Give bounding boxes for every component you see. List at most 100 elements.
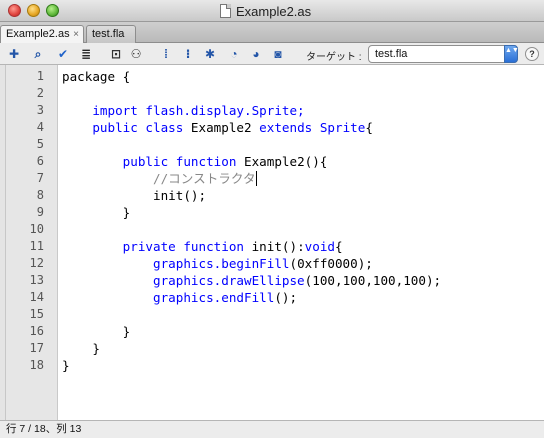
tab-test-fla[interactable]: test.fla xyxy=(86,25,136,43)
line-number: 2 xyxy=(36,86,44,100)
code-line[interactable]: package { xyxy=(62,68,130,85)
zoom-window-button[interactable] xyxy=(46,4,59,17)
tab-example2-as[interactable]: Example2.as × xyxy=(0,25,84,44)
window-title: Example2.as xyxy=(220,3,311,19)
code-line[interactable]: } xyxy=(62,340,100,357)
line-number: 12 xyxy=(29,256,44,270)
line-number: 16 xyxy=(29,324,44,338)
line-number: 3 xyxy=(36,103,44,117)
apply-line-comment-icon[interactable]: ◕ xyxy=(248,46,264,62)
line-number: 7 xyxy=(36,171,44,185)
minimize-window-button[interactable] xyxy=(27,4,40,17)
help-button[interactable]: ? xyxy=(525,47,539,61)
code-line[interactable]: graphics.endFill(); xyxy=(62,289,297,306)
code-text: } xyxy=(62,341,100,356)
text-caret xyxy=(255,171,257,186)
window-title-text: Example2.as xyxy=(236,3,312,19)
collapse-between-braces-icon[interactable]: ⁞ xyxy=(158,46,174,62)
line-number: 5 xyxy=(36,137,44,151)
chevron-updown-icon: ▲▼ xyxy=(504,45,519,63)
code-text: { xyxy=(365,120,373,135)
code-line[interactable]: } xyxy=(62,357,70,374)
title-bar: Example2.as xyxy=(0,0,544,22)
check-syntax-icon[interactable]: ✔ xyxy=(55,46,71,62)
code-keyword: graphics.beginFill xyxy=(153,256,290,271)
code-text: } xyxy=(62,358,70,373)
tab-label: Example2.as xyxy=(6,28,70,40)
target-label: ターゲット : xyxy=(306,52,362,63)
code-text: Example2 xyxy=(183,120,260,135)
collapse-selection-icon[interactable]: ⁝ xyxy=(180,46,196,62)
line-number: 17 xyxy=(29,341,44,355)
code-text: } xyxy=(62,205,131,220)
code-line[interactable]: public function Example2(){ xyxy=(62,153,328,170)
debug-options-icon[interactable]: ⚇ xyxy=(128,46,144,62)
find-icon[interactable]: ⌕ xyxy=(30,46,46,62)
code-line[interactable]: graphics.drawEllipse(100,100,100,100); xyxy=(62,272,441,289)
tab-label: test.fla xyxy=(92,28,125,40)
code-line[interactable]: //コンストラクタ xyxy=(62,170,257,187)
add-statement-icon[interactable]: ✚ xyxy=(6,46,22,62)
apply-block-comment-icon[interactable]: ◔ xyxy=(226,46,242,62)
target-select[interactable]: test.fla ▲▼ xyxy=(368,45,519,63)
code-keyword: graphics.endFill xyxy=(153,290,275,305)
line-number: 18 xyxy=(29,358,44,372)
line-number: 13 xyxy=(29,273,44,287)
cursor-position-text: 行 7 / 18、列 13 xyxy=(6,423,82,435)
code-text: init(); xyxy=(62,188,207,203)
script-toolbar: ✚ ⌕ ✔ ≣ ⊡ ⚇ ⁞ ⁝ ✱ ◔ ◕ ◙ ターゲット : test.fla… xyxy=(0,43,544,65)
line-number: 4 xyxy=(36,120,44,134)
code-keyword: private function xyxy=(122,239,244,254)
document-icon xyxy=(220,4,231,18)
close-window-button[interactable] xyxy=(8,4,21,17)
remove-comment-icon[interactable]: ◙ xyxy=(270,46,286,62)
code-line[interactable]: import flash.display.Sprite; xyxy=(62,102,305,119)
code-text: (100,100,100,100); xyxy=(304,273,442,288)
code-keyword: void xyxy=(304,239,336,254)
tab-bar: Example2.as × test.fla xyxy=(0,22,544,44)
line-number: 14 xyxy=(29,290,44,304)
code-line[interactable]: private function init():void{ xyxy=(62,238,343,255)
code-text: init(): xyxy=(244,239,305,254)
code-line[interactable]: } xyxy=(62,323,131,340)
code-editor[interactable]: package { import flash.display.Sprite; p… xyxy=(58,65,544,420)
expand-all-icon[interactable]: ✱ xyxy=(202,46,218,62)
code-keyword: public function xyxy=(122,154,237,169)
code-line[interactable]: } xyxy=(62,204,131,221)
status-bar: 行 7 / 18、列 13 xyxy=(0,420,544,438)
line-number: 6 xyxy=(36,154,44,168)
target-select-value: test.fla xyxy=(375,48,408,60)
code-keyword: graphics.drawEllipse xyxy=(153,273,305,288)
code-line[interactable]: init(); xyxy=(62,187,206,204)
line-number: 10 xyxy=(29,222,44,236)
code-line[interactable]: public class Example2 extends Sprite{ xyxy=(62,119,373,136)
code-text: package { xyxy=(62,69,131,84)
auto-format-icon[interactable]: ≣ xyxy=(78,46,94,62)
line-number: 15 xyxy=(29,307,44,321)
code-keyword: public class xyxy=(92,120,184,135)
code-keyword: extends xyxy=(259,120,313,135)
code-text: { xyxy=(335,239,343,254)
code-hint-icon[interactable]: ⊡ xyxy=(108,46,124,62)
tab-close-icon[interactable]: × xyxy=(73,26,79,43)
code-text: (); xyxy=(274,290,298,305)
line-number: 1 xyxy=(36,69,44,83)
code-keyword: Sprite xyxy=(319,120,366,135)
code-text: Example2(){ xyxy=(236,154,328,169)
line-number: 9 xyxy=(36,205,44,219)
code-keyword: import flash.display.Sprite; xyxy=(92,103,305,118)
code-line[interactable]: graphics.beginFill(0xff0000); xyxy=(62,255,373,272)
code-text: } xyxy=(62,324,131,339)
line-number: 11 xyxy=(29,239,44,253)
line-number-gutter: 1 2 3 4 5 6 7 8 9 10 11 12 13 14 15 16 17 18 xyxy=(6,65,58,420)
line-number: 8 xyxy=(36,188,44,202)
code-text: (0xff0000); xyxy=(289,256,373,271)
